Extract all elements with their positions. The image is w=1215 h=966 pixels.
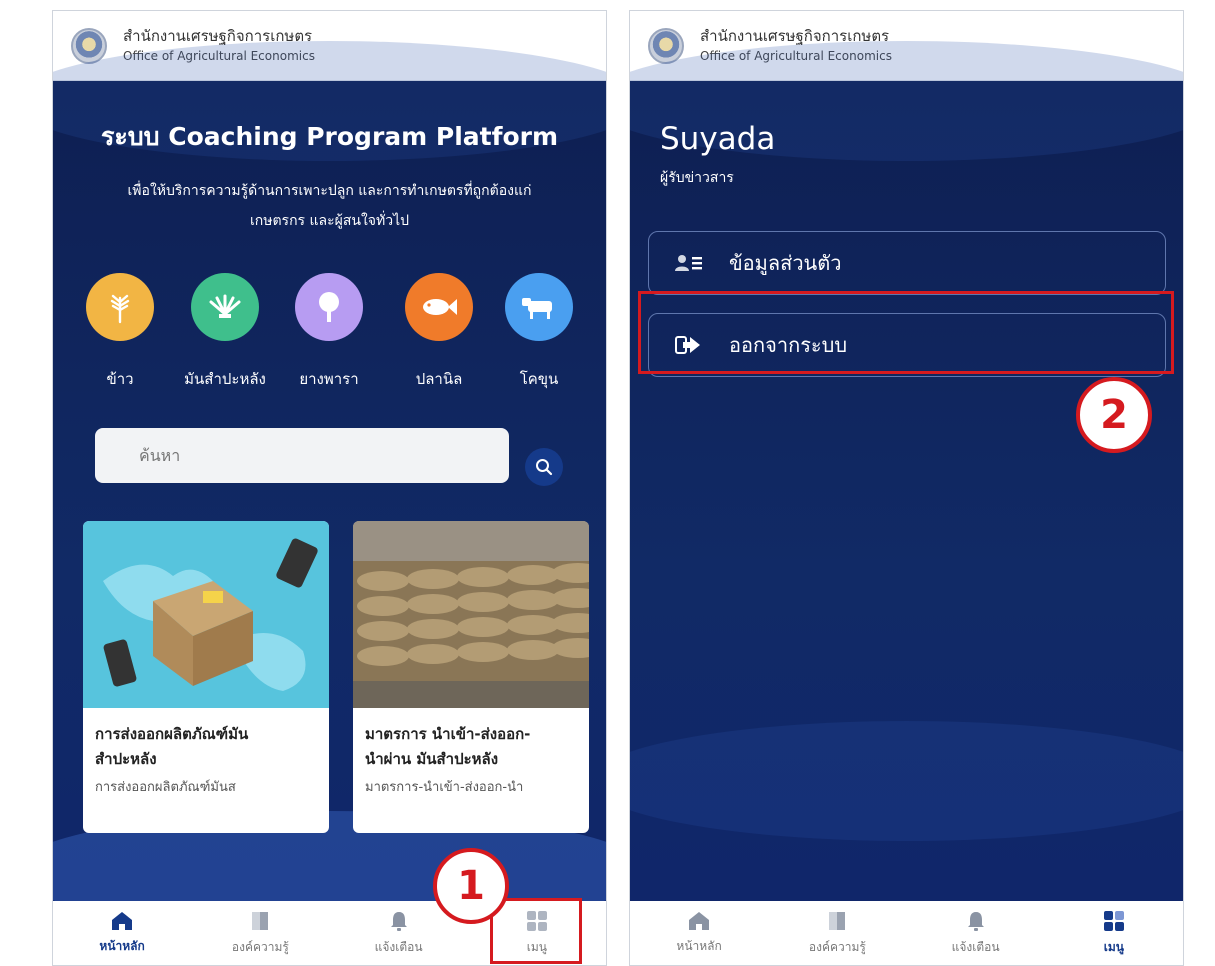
category-rice[interactable]: ข้าว [70, 273, 170, 391]
nav-home[interactable]: หน้าหลัก [630, 901, 768, 965]
category-cattle[interactable]: โคขุน [489, 273, 589, 391]
fish-icon [405, 273, 473, 341]
bell-icon [390, 911, 407, 931]
nav-label: องค์ความรู้ [808, 939, 866, 954]
article-title-line: การส่งออกผลิตภัณฑ์มัน [95, 725, 249, 743]
hero-wave [630, 721, 1183, 841]
search-bar [95, 428, 509, 483]
category-cassava[interactable]: มันสำปะหลัง [175, 273, 275, 391]
article-image [353, 521, 589, 708]
home-icon [112, 911, 133, 930]
article-image [83, 521, 329, 708]
nav-knowledge[interactable]: องค์ความรู้ [768, 901, 906, 965]
oae-seal-logo [71, 27, 107, 64]
nav-home[interactable]: หน้าหลัก [53, 901, 191, 965]
nav-label: แจ้งเตือน [374, 939, 423, 954]
rice-icon [86, 273, 154, 341]
oae-seal-logo [648, 27, 684, 64]
article-title-line: นำผ่าน มันสำปะหลัง [365, 750, 499, 768]
page-title: ระบบ Coaching Program Platform [100, 122, 559, 151]
article-title: การส่งออกผลิตภัณฑ์มัน สำปะหลัง [83, 708, 329, 772]
category-label: ปลานิล [415, 370, 463, 388]
nav-label: แจ้งเตือน [951, 939, 1000, 954]
step-2-marker: 2 [1076, 377, 1152, 453]
category-label: มันสำปะหลัง [184, 370, 266, 388]
nav-label: หน้าหลัก [99, 938, 145, 953]
user-role: ผู้รับข่าวสาร [660, 170, 734, 186]
article-snippet: มาตรการ-นำเข้า-ส่งออก-นำ [365, 780, 524, 795]
bell-icon [967, 911, 984, 931]
bottom-nav: หน้าหลัก องค์ความรู้ แจ้งเตือน เมนู [630, 901, 1183, 965]
cassava-icon [191, 273, 259, 341]
article-card[interactable]: มาตรการ นำเข้า-ส่งออก- นำผ่าน มันสำปะหลั… [353, 521, 589, 833]
search-button[interactable] [525, 448, 563, 486]
article-title-line: สำปะหลัง [95, 750, 157, 768]
home-icon [689, 911, 710, 930]
highlight-logout [638, 291, 1174, 374]
article-title: มาตรการ นำเข้า-ส่งออก- นำผ่าน มันสำปะหลั… [353, 708, 589, 772]
category-label: ข้าว [106, 370, 134, 388]
category-fish[interactable]: ปลานิล [389, 273, 489, 391]
nav-menu[interactable]: เมนู [1045, 901, 1183, 965]
highlight-menu-tab [490, 898, 582, 964]
search-icon [536, 459, 553, 476]
menu-screen: สำนักงานเศรษฐกิจการเกษตร Office of Agric… [629, 10, 1184, 966]
book-icon [829, 911, 846, 930]
article-snippet: การส่งออกผลิตภัณฑ์มันส [95, 780, 236, 795]
page-subtitle: เพื่อให้บริการความรู้ด้านการเพาะปลูก และ… [63, 176, 596, 236]
cow-icon [505, 273, 573, 341]
subtitle-line: เกษตรกร และผู้สนใจทั่วไป [249, 213, 410, 229]
grid-menu-icon [1103, 910, 1124, 931]
subtitle-line: เพื่อให้บริการความรู้ด้านการเพาะปลูก และ… [127, 183, 532, 199]
menu-body: Suyada ผู้รับข่าวสาร ข้อมูลส่วนตัว ออกจา… [630, 41, 1183, 901]
category-list: ข้าว มันสำปะหลัง ยางพารา ปลานิล โคขุน [53, 273, 606, 393]
nav-label: องค์ความรู้ [231, 939, 289, 954]
nav-label: เมนู [1103, 939, 1124, 954]
nav-notifications[interactable]: แจ้งเตือน [907, 901, 1045, 965]
article-card[interactable]: การส่งออกผลิตภัณฑ์มัน สำปะหลัง การส่งออก… [83, 521, 329, 833]
user-list-icon [675, 254, 703, 272]
category-label: โคขุน [519, 370, 559, 388]
search-input[interactable] [139, 446, 509, 465]
rubber-tree-icon [295, 273, 363, 341]
home-hero: ระบบ Coaching Program Platform เพื่อให้บ… [53, 41, 606, 931]
category-rubber[interactable]: ยางพารา [279, 273, 379, 391]
profile-button[interactable]: ข้อมูลส่วนตัว [648, 231, 1166, 295]
home-screen: สำนักงานเศรษฐกิจการเกษตร Office of Agric… [52, 10, 607, 966]
article-title-line: มาตรการ นำเข้า-ส่งออก- [365, 725, 531, 743]
book-icon [252, 911, 269, 930]
menu-item-label: ข้อมูลส่วนตัว [729, 251, 842, 275]
category-label: ยางพารา [299, 370, 359, 388]
nav-label: หน้าหลัก [676, 938, 722, 953]
nav-knowledge[interactable]: องค์ความรู้ [191, 901, 329, 965]
step-1-marker: 1 [433, 848, 509, 924]
user-name: Suyada [660, 121, 776, 157]
